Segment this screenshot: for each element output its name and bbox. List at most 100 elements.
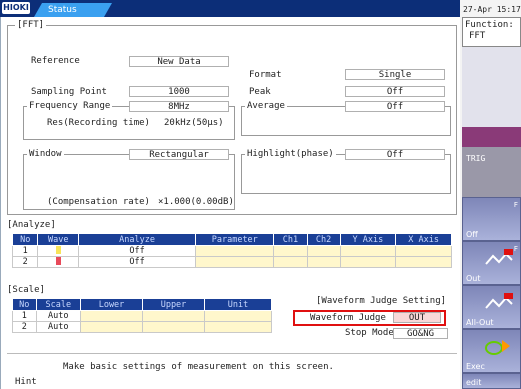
scale-value[interactable]: Auto <box>35 321 82 333</box>
analyze-section-title: [Analyze] <box>7 220 56 230</box>
format-label: Format <box>249 70 282 80</box>
datetime: 27-Apr 15:17:54 <box>463 5 521 14</box>
peak-field[interactable]: Off <box>345 86 445 97</box>
res-value: 20kHz(50μs) <box>164 118 224 128</box>
tab-status[interactable]: Status <box>34 3 112 17</box>
ch2-cell[interactable] <box>306 245 341 257</box>
column-header: Wave <box>37 233 80 246</box>
trig-area: TRIG <box>462 147 521 197</box>
reference-field[interactable]: New Data <box>129 56 229 67</box>
parameter-cell[interactable] <box>195 245 275 257</box>
y-axis-cell[interactable] <box>339 256 397 268</box>
average-field[interactable]: Off <box>345 101 445 112</box>
column-header: Ch1 <box>273 233 308 246</box>
peak-label: Peak <box>249 87 271 97</box>
lower-cell[interactable] <box>80 310 143 322</box>
out-button-label: Out <box>466 274 481 283</box>
x-axis-cell[interactable] <box>395 245 452 257</box>
exec-button[interactable]: Exec <box>462 329 521 373</box>
table-row[interactable]: 1 Off <box>11 245 452 257</box>
ch1-cell[interactable] <box>273 256 308 268</box>
parameter-cell[interactable] <box>195 256 275 268</box>
wave-swatch <box>37 245 80 257</box>
hint-divider <box>7 353 457 354</box>
table-row[interactable]: 2 Off <box>11 256 452 268</box>
frequency-range-label: Frequency Range <box>27 101 113 112</box>
y-axis-cell[interactable] <box>339 245 397 257</box>
function-value: FFT <box>469 31 486 41</box>
unit-cell[interactable] <box>204 321 272 333</box>
reference-label: Reference <box>31 56 80 66</box>
table-row[interactable]: 1 Auto <box>12 310 272 322</box>
all-out-button[interactable]: All-Out <box>462 285 521 329</box>
wave-color-swatch <box>55 257 61 266</box>
scale-table: No Scale Lower Upper Unit 1 Auto 2 Auto <box>12 298 272 333</box>
wave-all-out-icon <box>485 293 513 309</box>
wave-exec-icon <box>485 340 510 355</box>
average-label: Average <box>245 101 287 112</box>
off-button[interactable]: Off F <box>462 197 521 241</box>
column-header: Analyze <box>78 233 197 246</box>
scale-section-title: [Scale] <box>7 285 45 295</box>
format-field[interactable]: Single <box>345 69 445 80</box>
compensation-label: (Compensation rate) <box>47 197 150 207</box>
brand-logo: HIOKI <box>2 2 30 14</box>
column-header: Upper <box>142 298 205 311</box>
column-header: Lower <box>80 298 143 311</box>
window-label: Window <box>27 149 64 160</box>
all-out-button-label: All-Out <box>466 318 494 327</box>
analyze-value[interactable]: Off <box>78 245 197 257</box>
unit-cell[interactable] <box>204 310 272 322</box>
hint-label: Hint <box>15 377 37 387</box>
column-header: X Axis <box>395 233 452 246</box>
edit-button-label: edit <box>466 378 482 387</box>
highlight-group <box>241 154 451 194</box>
waveform-judge-field[interactable]: OUT <box>393 312 441 323</box>
lower-cell[interactable] <box>80 321 143 333</box>
analyze-value[interactable]: Off <box>78 256 197 268</box>
exec-button-label: Exec <box>466 362 485 371</box>
row-number: 1 <box>11 245 39 257</box>
scale-value[interactable]: Auto <box>35 310 82 322</box>
f-corner-label: F <box>513 245 518 253</box>
column-header: Unit <box>204 298 272 311</box>
upper-cell[interactable] <box>142 310 205 322</box>
stop-mode-field[interactable]: GO&NG <box>393 328 448 339</box>
highlight-field[interactable]: Off <box>345 149 445 160</box>
window-field[interactable]: Rectangular <box>129 149 229 160</box>
wave-swatch <box>37 256 80 268</box>
compensation-value: ×1.000(0.00dB) <box>158 197 234 207</box>
upper-cell[interactable] <box>142 321 205 333</box>
frequency-range-field[interactable]: 8MHz <box>129 101 229 112</box>
res-label: Res(Recording time) <box>47 118 150 128</box>
column-header: Parameter <box>195 233 275 246</box>
ch2-cell[interactable] <box>306 256 341 268</box>
sampling-point-field[interactable]: 1000 <box>129 86 229 97</box>
hint-text: Make basic settings of measurement on th… <box>63 362 334 372</box>
x-axis-cell[interactable] <box>395 256 452 268</box>
sampling-point-label: Sampling Point <box>31 87 107 97</box>
function-box: Function: FFT <box>462 17 521 47</box>
wave-out-icon <box>485 249 513 265</box>
off-button-label: Off <box>466 230 478 239</box>
stop-mode-label: Stop Mode <box>345 328 394 338</box>
fft-section-title: [FFT] <box>15 20 47 31</box>
trig-label: TRIG <box>466 154 486 163</box>
trig-stripe <box>462 127 521 147</box>
ch1-cell[interactable] <box>273 245 308 257</box>
edit-button[interactable]: edit <box>462 373 521 389</box>
column-header: Ch2 <box>306 233 341 246</box>
status-panel: [FFT] Reference New Data Format Single S… <box>0 17 460 389</box>
function-label: Function: <box>465 20 514 30</box>
wave-color-swatch <box>55 246 61 255</box>
analyze-table: No Wave Analyze Parameter Ch1 Ch2 Y Axis… <box>11 233 452 268</box>
row-number: 2 <box>12 321 37 333</box>
row-number: 2 <box>11 256 39 268</box>
waveform-judge-label: Waveform Judge <box>310 313 386 323</box>
column-header: No <box>12 298 37 311</box>
column-header: Scale <box>35 298 82 311</box>
f-corner-label: F <box>513 201 518 209</box>
column-header: Y Axis <box>339 233 397 246</box>
out-button[interactable]: Out F <box>462 241 521 285</box>
table-row[interactable]: 2 Auto <box>12 321 272 333</box>
